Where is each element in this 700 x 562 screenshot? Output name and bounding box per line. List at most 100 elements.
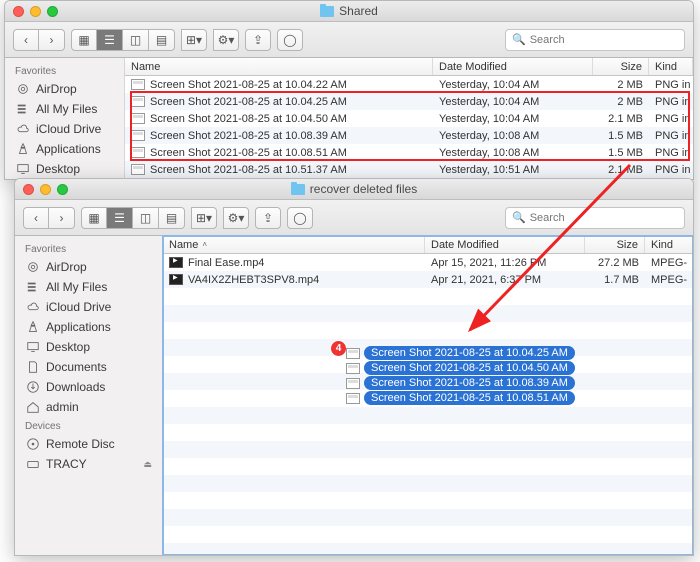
sort-indicator-icon: ˄	[202, 240, 207, 249]
window-title: recover deleted files	[291, 182, 417, 196]
sidebar-item-downloads[interactable]: Downloads	[15, 377, 162, 397]
col-date[interactable]: Date Modified	[433, 58, 593, 75]
col-size[interactable]: Size	[593, 58, 649, 75]
minimize-button[interactable]	[30, 6, 41, 17]
file-size: 2 MB	[593, 79, 649, 91]
tags-button[interactable]: ◯	[287, 207, 313, 229]
forward-button[interactable]: ›	[39, 29, 65, 51]
column-view-button[interactable]: ◫	[133, 207, 159, 229]
desktop-icon	[15, 163, 30, 176]
sidebar-item-tracy[interactable]: TRACY ⏏	[15, 454, 162, 474]
column-headers: Name˄ Date Modified Size Kind	[163, 236, 693, 254]
sidebar-item-label: All My Files	[46, 280, 107, 294]
finder-window-shared: Shared ‹ › ▦ ☰ ◫ ▤ ⊞▾ ⚙▾ ⇪ ◯ 🔍 Favorites	[4, 0, 694, 180]
zoom-button[interactable]	[47, 6, 58, 17]
sidebar-item-label: iCloud Drive	[46, 300, 111, 314]
back-button[interactable]: ‹	[13, 29, 39, 51]
col-kind[interactable]: Kind	[649, 58, 693, 75]
col-name[interactable]: Name˄	[163, 236, 425, 253]
back-button[interactable]: ‹	[23, 207, 49, 229]
list-view-button[interactable]: ☰	[107, 207, 133, 229]
file-name: Final Ease.mp4	[188, 257, 264, 269]
eject-icon[interactable]: ⏏	[143, 459, 152, 470]
file-date: Apr 21, 2021, 6:37 PM	[425, 274, 585, 286]
sidebar-item-remote-disc[interactable]: Remote Disc	[15, 434, 162, 454]
sidebar-item-icloud-drive[interactable]: iCloud Drive	[5, 119, 124, 139]
sidebar-item-label: Downloads	[46, 380, 105, 394]
sidebar-item-icloud-drive[interactable]: iCloud Drive	[15, 297, 162, 317]
share-button[interactable]: ⇪	[245, 29, 271, 51]
drag-item-label: Screen Shot 2021-08-25 at 10.08.51 AM	[364, 391, 575, 405]
action-button[interactable]: ⚙▾	[223, 207, 249, 229]
icon-view-button[interactable]: ▦	[81, 207, 107, 229]
sidebar-item-label: Remote Disc	[46, 437, 115, 451]
sidebar-item-all-my-files[interactable]: All My Files	[5, 99, 124, 119]
file-row[interactable]: Screen Shot 2021-08-25 at 10.08.51 AM Ye…	[125, 144, 693, 161]
sidebar-item-airdrop[interactable]: AirDrop	[5, 79, 124, 99]
empty-row	[163, 526, 693, 543]
sidebar-item-desktop[interactable]: Desktop	[5, 159, 124, 179]
drag-item: Screen Shot 2021-08-25 at 10.04.50 AM	[346, 361, 575, 375]
arrange-button[interactable]: ⊞▾	[191, 207, 217, 229]
file-date: Yesterday, 10:08 AM	[433, 147, 593, 159]
sidebar-item-airdrop[interactable]: AirDrop	[15, 257, 162, 277]
gallery-view-button[interactable]: ▤	[159, 207, 185, 229]
zoom-button[interactable]	[57, 184, 68, 195]
drag-item: Screen Shot 2021-08-25 at 10.04.25 AM	[346, 346, 575, 360]
col-name[interactable]: Name	[125, 58, 433, 75]
drag-item-label: Screen Shot 2021-08-25 at 10.08.39 AM	[364, 376, 575, 390]
search-input[interactable]	[530, 34, 678, 46]
sidebar: Favorites AirDrop All My Files iCloud Dr…	[15, 236, 163, 555]
file-row[interactable]: Final Ease.mp4 Apr 15, 2021, 11:26 PM 27…	[163, 254, 693, 271]
sidebar-item-applications[interactable]: Applications	[5, 139, 124, 159]
col-kind[interactable]: Kind	[645, 236, 693, 253]
file-row[interactable]: Screen Shot 2021-08-25 at 10.08.39 AM Ye…	[125, 127, 693, 144]
close-button[interactable]	[23, 184, 34, 195]
file-kind: PNG in	[649, 79, 693, 91]
file-thumb-icon	[131, 79, 145, 90]
file-row[interactable]: VA4IX2ZHEBT3SPV8.mp4 Apr 21, 2021, 6:37 …	[163, 271, 693, 288]
search-input[interactable]	[530, 212, 678, 224]
empty-row	[163, 458, 693, 475]
search-icon: 🔍	[512, 33, 526, 46]
search-field[interactable]: 🔍	[505, 29, 685, 51]
title-text: recover deleted files	[310, 182, 417, 196]
share-button[interactable]: ⇪	[255, 207, 281, 229]
arrange-button[interactable]: ⊞▾	[181, 29, 207, 51]
tags-button[interactable]: ◯	[277, 29, 303, 51]
file-kind: PNG in	[649, 96, 693, 108]
file-row[interactable]: Screen Shot 2021-08-25 at 10.04.22 AM Ye…	[125, 76, 693, 93]
titlebar[interactable]: recover deleted files	[15, 179, 693, 200]
col-size[interactable]: Size	[585, 236, 645, 253]
titlebar[interactable]: Shared	[5, 1, 693, 22]
close-button[interactable]	[13, 6, 24, 17]
search-field[interactable]: 🔍	[505, 207, 685, 229]
sidebar-item-desktop[interactable]: Desktop	[15, 337, 162, 357]
sidebar-item-applications[interactable]: Applications	[15, 317, 162, 337]
file-row[interactable]: Screen Shot 2021-08-25 at 10.04.50 AM Ye…	[125, 110, 693, 127]
gallery-view-button[interactable]: ▤	[149, 29, 175, 51]
file-name: Screen Shot 2021-08-25 at 10.08.39 AM	[150, 130, 347, 142]
col-date[interactable]: Date Modified	[425, 236, 585, 253]
drag-item: Screen Shot 2021-08-25 at 10.08.39 AM	[346, 376, 575, 390]
sidebar-item-admin[interactable]: admin	[15, 397, 162, 417]
forward-button[interactable]: ›	[49, 207, 75, 229]
icloud-icon	[15, 123, 30, 136]
drive-icon	[25, 458, 40, 471]
list-view-button[interactable]: ☰	[97, 29, 123, 51]
empty-row	[163, 322, 693, 339]
sidebar-item-label: Desktop	[46, 340, 90, 354]
file-row[interactable]: Screen Shot 2021-08-25 at 10.04.25 AM Ye…	[125, 93, 693, 110]
sidebar-item-documents[interactable]: Documents	[15, 357, 162, 377]
airdrop-icon	[25, 261, 40, 274]
action-button[interactable]: ⚙▾	[213, 29, 239, 51]
column-view-button[interactable]: ◫	[123, 29, 149, 51]
sidebar-item-label: TRACY	[46, 457, 87, 471]
sidebar-item-all-my-files[interactable]: All My Files	[15, 277, 162, 297]
window-title: Shared	[320, 4, 378, 18]
action-group: ⚙▾	[213, 29, 239, 51]
icon-view-button[interactable]: ▦	[71, 29, 97, 51]
minimize-button[interactable]	[40, 184, 51, 195]
file-thumb-icon	[169, 257, 183, 268]
file-row[interactable]: Screen Shot 2021-08-25 at 10.51.37 AM Ye…	[125, 161, 693, 178]
